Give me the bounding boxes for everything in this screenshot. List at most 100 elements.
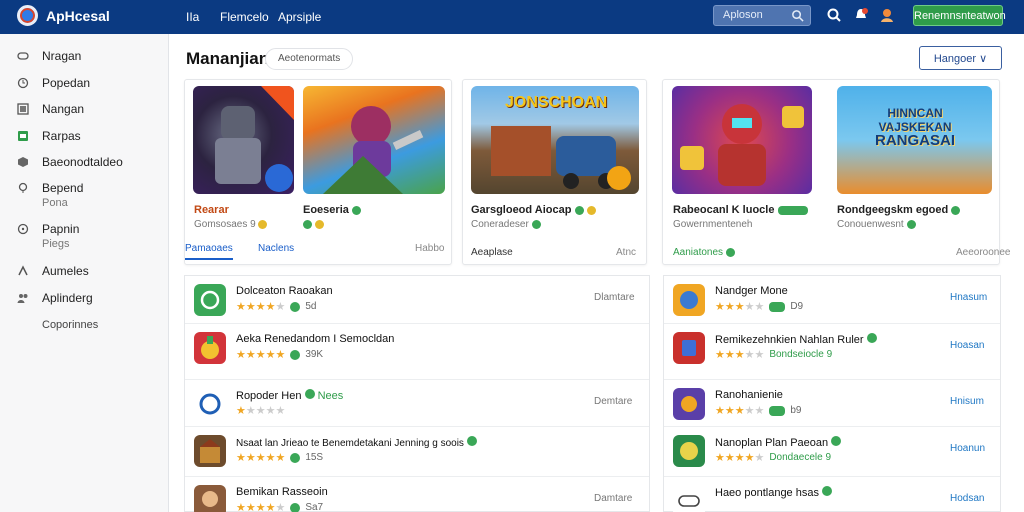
- tab-2[interactable]: Naclens: [258, 243, 294, 254]
- row-meta: ★★★★★ Dondaecele 9: [715, 452, 832, 464]
- game-title[interactable]: Rearar: [194, 204, 229, 216]
- app-title[interactable]: ApHcesal: [46, 8, 110, 24]
- search-input[interactable]: Aploson: [713, 5, 811, 26]
- row-title: Nanoplan Plan Paeoan: [715, 436, 842, 449]
- thumbnail-banner: HINNCAN VAJSKEKAN RANGASAI: [874, 106, 955, 149]
- nav-link-3[interactable]: Aprsiple: [278, 10, 321, 24]
- app-logo-icon[interactable]: [17, 5, 38, 26]
- sidebar-item-sublabel: Pona: [42, 197, 68, 209]
- warrior-artwork: [323, 106, 424, 194]
- row-meta: ★★★★★: [236, 405, 286, 417]
- row-title: Ranohanienie: [715, 389, 783, 401]
- cards-app-icon: [673, 332, 705, 364]
- game-title[interactable]: Rabeocanl K luocle: [673, 204, 808, 216]
- game-thumbnail[interactable]: HINNCAN VAJSKEKAN RANGASAI: [837, 86, 992, 194]
- sort-dropdown[interactable]: Hangoer ∨: [919, 46, 1002, 70]
- sidebar-item-9[interactable]: Aplinderg: [17, 291, 93, 305]
- row-meta: ★★★★★ D9: [715, 301, 804, 313]
- tab-1[interactable]: Aeaplase: [471, 247, 513, 258]
- tab-2[interactable]: Atnc: [616, 247, 636, 258]
- chevron-down-icon: ∨: [979, 53, 988, 65]
- gamepad-icon: [17, 52, 29, 60]
- thumbnail-title: JONSCHOAN: [505, 94, 608, 111]
- search-icon[interactable]: [791, 9, 804, 22]
- castle-app-icon: [194, 435, 226, 467]
- sidebar-item-4[interactable]: Rarpas: [17, 129, 81, 143]
- row-action[interactable]: Hodsan: [950, 493, 984, 504]
- knight-artwork: [215, 86, 294, 192]
- row-action[interactable]: Damtare: [594, 493, 632, 504]
- row-action[interactable]: Demtare: [594, 396, 632, 407]
- list-item[interactable]: Nandger Mone ★★★★★ D9 Hnasum: [664, 276, 1000, 327]
- game-meta: Conouenwesnt: [837, 219, 916, 230]
- list-item[interactable]: Aeka Renedandom I Semocldan ★★★★★ 39K: [185, 323, 649, 374]
- game-title[interactable]: Rondgeegskm egoed: [837, 204, 961, 216]
- list-item[interactable]: Nanoplan Plan Paeoan ★★★★★ Dondaecele 9 H…: [664, 426, 1000, 477]
- nav-link-1[interactable]: IIa: [186, 10, 199, 24]
- sidebar-item-label: Nragan: [42, 49, 82, 63]
- game-title[interactable]: Garsgloeod Aiocap: [471, 204, 596, 216]
- game-thumbnail[interactable]: [193, 86, 294, 194]
- game-meta: Gomsosaes 9: [194, 219, 268, 230]
- row-meta: ★★★★★ Bondseiocle 9: [715, 349, 833, 361]
- page-title: Mananjian: [186, 49, 270, 68]
- sidebar-item-1[interactable]: Nragan: [17, 49, 81, 63]
- featured-card-middle: JONSCHOAN Garsgloeod Aiocap Coneradeser …: [462, 79, 647, 265]
- notification-icon[interactable]: [853, 7, 869, 23]
- sidebar-item-sublabel: Piegs: [42, 238, 70, 250]
- list-item[interactable]: Nsaat lan Jrieao te Benemdetakani Jennin…: [185, 426, 649, 477]
- robot-hero-artwork: [680, 104, 804, 186]
- sidebar-item-8[interactable]: Aumeles: [17, 264, 89, 278]
- game-thumbnail[interactable]: [303, 86, 445, 194]
- tag-icon: [18, 131, 28, 141]
- row-meta: ★★★★★ Sa7: [236, 502, 324, 512]
- tab-1[interactable]: Aaniatones: [673, 247, 735, 258]
- tab-1[interactable]: Pamaoaes: [185, 243, 233, 260]
- sidebar-item-label: Papnin: [42, 222, 80, 236]
- game-title[interactable]: Eoeseria: [303, 204, 361, 216]
- sidebar-item-label: Aumeles: [42, 264, 89, 278]
- sidebar-item-3[interactable]: Nangan: [17, 102, 84, 116]
- sidebar-footer[interactable]: Coporinnes: [42, 319, 98, 331]
- profile-icon[interactable]: [879, 7, 895, 23]
- list-item[interactable]: Ropoder Hen Nees ★★★★★ Demtare: [185, 379, 649, 430]
- main-content: Mananjian Aeotenormats Hangoer ∨ Rearar …: [169, 34, 1024, 512]
- game-list-left: Dolceaton Raoakan ★★★★★ 5d Dlamtare Aeka …: [184, 275, 650, 512]
- row-title: Haeo pontlange hsas: [715, 486, 833, 499]
- list-item[interactable]: Remikezehnkien Nahlan Ruler ★★★★★ Bondsei…: [664, 323, 1000, 374]
- sidebar-item-5[interactable]: Baeonodtaldeo: [17, 155, 123, 169]
- row-action[interactable]: Hnisum: [950, 396, 984, 407]
- primary-action-button[interactable]: Renemnsnteatwon: [913, 5, 1006, 26]
- game-thumbnail[interactable]: [672, 86, 812, 194]
- game-thumbnail[interactable]: JONSCHOAN: [471, 86, 639, 194]
- search-icon[interactable]: [826, 7, 842, 23]
- row-title: Nandger Mone: [715, 285, 788, 297]
- tab-3[interactable]: Habbo: [415, 243, 444, 254]
- featured-card-left: Rearar Gomsosaes 9 Eoeseria Pamaoaes Nac…: [184, 79, 452, 265]
- sidebar-item-2[interactable]: Popedan: [17, 76, 90, 90]
- sidebar-item-label: Baeonodtaldeo: [42, 155, 123, 169]
- sidebar-item-label: Bepend: [42, 181, 84, 195]
- tab-2[interactable]: Aeeoroonee: [956, 247, 1011, 258]
- list-item[interactable]: Haeo pontlange hsas Hodsan: [664, 476, 1000, 512]
- top-bar: ApHcesal IIa Flemcelo Aprsiple Aploson R…: [0, 0, 1024, 34]
- subtitle-pill[interactable]: Aeotenormats: [265, 48, 354, 70]
- row-action[interactable]: Hoasan: [950, 340, 984, 351]
- row-action[interactable]: Hnasum: [950, 292, 987, 303]
- row-meta: ★★★★★ 15S: [236, 452, 324, 464]
- sidebar-item-6[interactable]: Bepend: [17, 181, 83, 195]
- controller-app-icon: [673, 485, 705, 512]
- swirl-app-icon: [194, 388, 226, 420]
- row-action[interactable]: Hoanun: [950, 443, 985, 454]
- leaf-app-icon: [194, 284, 226, 316]
- nav-link-2[interactable]: Flemcelo: [220, 10, 269, 24]
- row-title: Remikezehnkien Nahlan Ruler: [715, 333, 877, 346]
- list-item[interactable]: Ranohanienie ★★★★★ b9 Hnisum: [664, 379, 1000, 430]
- sidebar-item-label: Aplinderg: [42, 291, 93, 305]
- list-item[interactable]: Dolceaton Raoakan ★★★★★ 5d Dlamtare: [185, 276, 649, 327]
- grid-icon: [17, 103, 29, 115]
- list-item[interactable]: Bemikan Rasseoin ★★★★★ Sa7 Damtare: [185, 476, 649, 512]
- sidebar-item-7[interactable]: Papnin: [17, 222, 79, 236]
- row-action[interactable]: Dlamtare: [594, 292, 635, 303]
- hero-app-icon: [673, 284, 705, 316]
